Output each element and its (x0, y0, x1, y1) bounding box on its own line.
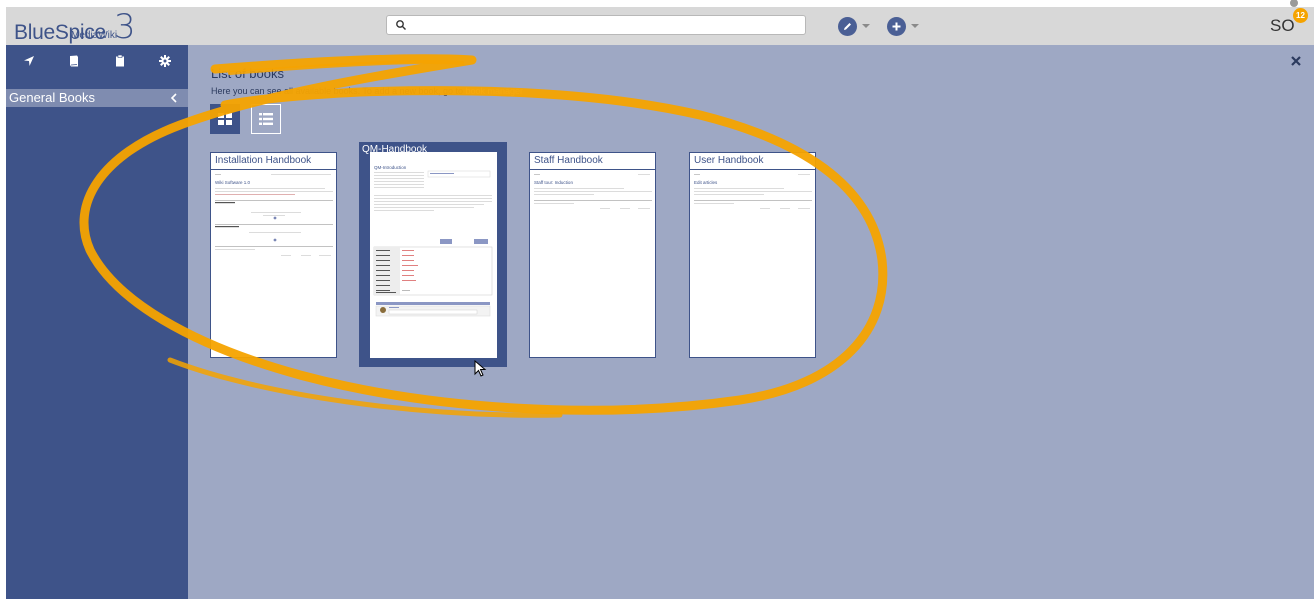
plus-icon (887, 16, 906, 36)
book-card[interactable]: User Handbook Edit articles (689, 152, 816, 358)
edit-menu-button[interactable] (838, 15, 870, 37)
logo-product-name: MediaWiki (71, 30, 118, 41)
book-preview: Edit articles (690, 171, 815, 357)
preview-heading: QM-Introduction (374, 165, 407, 170)
user-avatar[interactable]: SO 12 (1270, 8, 1308, 42)
tab-clipboard[interactable] (97, 45, 143, 77)
book-title-divider (530, 169, 655, 170)
chevron-down-icon (862, 24, 870, 28)
book-preview: Wiki Software 1.0 (211, 171, 336, 357)
tab-settings[interactable] (143, 45, 189, 77)
book-icon (70, 55, 79, 67)
dismiss-dot[interactable] (1290, 0, 1298, 7)
book-title: User Handbook (694, 155, 764, 166)
grid-icon (218, 113, 232, 125)
book-title-divider (690, 169, 815, 170)
chevron-down-icon (911, 24, 919, 28)
sidebar-section-general-books[interactable]: General Books (6, 89, 188, 107)
book-card[interactable]: Staff Handbook Staff tour: Induction (529, 152, 656, 358)
book-title: Installation Handbook (215, 155, 312, 166)
preview-heading: Edit articles (694, 180, 718, 185)
search-input[interactable] (411, 17, 805, 35)
sidebar-tabs (6, 45, 188, 77)
close-icon[interactable] (1290, 55, 1302, 67)
list-view-button[interactable] (251, 104, 281, 134)
notification-badge[interactable]: 12 (1293, 8, 1308, 23)
search-box[interactable] (386, 15, 806, 35)
list-icon (259, 113, 273, 125)
book-card-selected[interactable]: QM-Handbook QM-Introduction (362, 144, 497, 358)
search-icon (396, 20, 406, 30)
preview-heading: Wiki Software 1.0 (215, 180, 251, 185)
book-title-divider (211, 169, 336, 170)
preview-heading: Staff tour: Induction (534, 180, 573, 185)
book-title: QM-Handbook (362, 144, 428, 155)
intro-text: Here you can see all available books. To… (211, 86, 523, 96)
logo-version-mark: 3 (114, 7, 136, 47)
intro-prefix: Here you can see all available books. To… (211, 86, 463, 96)
add-menu-button[interactable] (887, 15, 919, 37)
tab-books[interactable] (52, 45, 98, 77)
gear-icon (159, 55, 172, 67)
book-title: Staff Handbook (534, 155, 603, 166)
clipboard-icon (115, 55, 124, 67)
main-content: List of books Here you can see all avail… (188, 45, 1314, 599)
book-manager-link[interactable]: book manager (466, 86, 524, 96)
chevron-left-icon[interactable] (168, 92, 180, 104)
top-bar: BlueSpice MediaWiki 3 SO 12 (6, 0, 1314, 47)
book-preview: Staff tour: Induction (530, 171, 655, 357)
book-preview: QM-Introduction (370, 159, 497, 358)
page-title: List of books (211, 66, 284, 81)
mouse-cursor-icon (474, 360, 487, 377)
pencil-icon (838, 16, 857, 36)
book-card[interactable]: Installation Handbook Wiki Software 1.0 (210, 152, 337, 358)
tab-navigation[interactable] (6, 45, 52, 77)
navigation-arrow-icon (23, 56, 34, 66)
user-initials: SO (1270, 16, 1295, 35)
sidebar: General Books (6, 45, 188, 599)
grid-view-button[interactable] (210, 104, 240, 134)
sidebar-section-label: General Books (9, 90, 95, 105)
bluespice-logo[interactable]: BlueSpice MediaWiki 3 (14, 7, 136, 47)
